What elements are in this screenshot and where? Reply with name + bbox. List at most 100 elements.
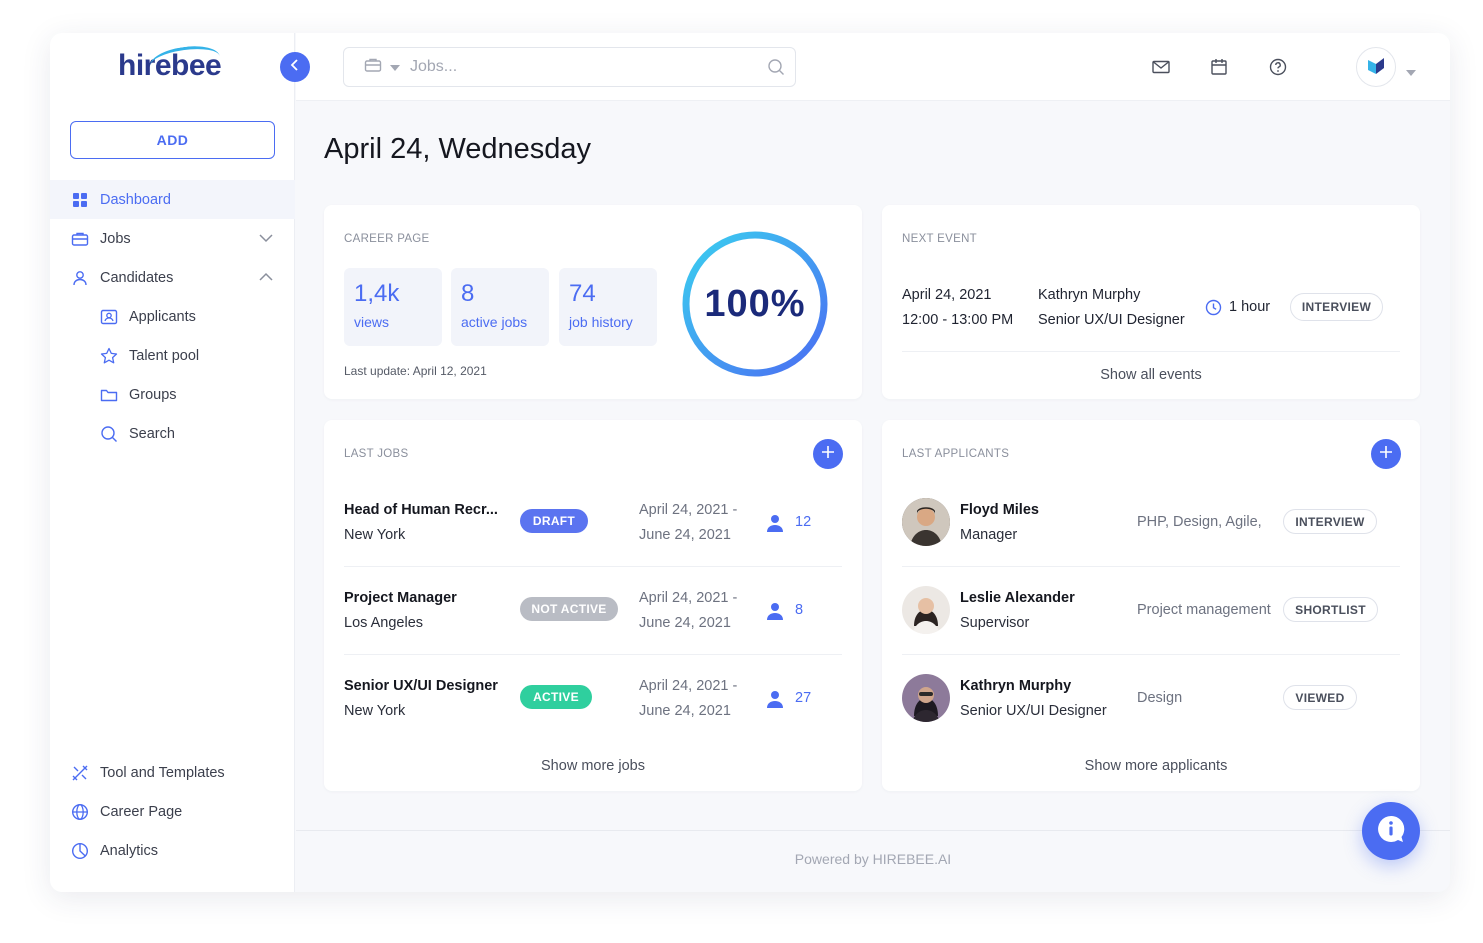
- applicant-count[interactable]: 8: [795, 602, 803, 618]
- help-icon[interactable]: [1268, 57, 1288, 82]
- add-job-button[interactable]: [813, 439, 843, 469]
- sidebar-item-career-page[interactable]: Career Page: [50, 792, 295, 831]
- applicant-skills: Design: [1137, 690, 1183, 706]
- avatar[interactable]: [902, 586, 950, 634]
- user-avatar[interactable]: [1356, 47, 1396, 87]
- sidebar-item-label: Applicants: [129, 308, 196, 325]
- clock-icon: [1205, 299, 1222, 321]
- job-location: New York: [344, 527, 406, 543]
- caret-down-icon[interactable]: [390, 58, 400, 76]
- stat-label: views: [354, 314, 390, 330]
- job-status-badge: ACTIVE: [520, 685, 592, 709]
- job-date-from: April 24, 2021 -: [639, 502, 738, 518]
- pie-chart-icon: [71, 842, 89, 860]
- chevron-up-icon[interactable]: [259, 270, 273, 288]
- id-card-icon: [100, 308, 118, 326]
- job-date-range: April 24, 2021 - June 24, 2021: [639, 586, 737, 636]
- stat-views[interactable]: 1,4k views: [344, 268, 442, 346]
- tools-icon: [71, 764, 89, 782]
- applicant-role: Manager: [960, 527, 1018, 543]
- calendar-icon[interactable]: [1209, 57, 1229, 82]
- sidebar-item-jobs[interactable]: Jobs: [50, 219, 295, 258]
- career-page-card: CAREER PAGE 1,4k views 8 active jobs 74 …: [324, 205, 862, 399]
- sidebar-nav: Dashboard Jobs Candidates Applicants Tal…: [50, 180, 295, 453]
- add-button[interactable]: ADD: [70, 121, 275, 159]
- applicant-skills: PHP, Design, Agile,: [1137, 514, 1262, 530]
- grid-icon: [71, 191, 89, 209]
- applicant-status-badge: SHORTLIST: [1283, 597, 1378, 622]
- collapse-sidebar-button[interactable]: [280, 52, 310, 82]
- stat-value: 8: [461, 280, 475, 307]
- divider: [902, 654, 1400, 655]
- person-icon: [766, 690, 784, 713]
- applicant-name[interactable]: Leslie Alexander: [960, 590, 1075, 606]
- search-field[interactable]: Jobs...: [343, 47, 796, 87]
- show-more-jobs-link[interactable]: Show more jobs: [344, 758, 842, 774]
- page-title: April 24, Wednesday: [324, 133, 592, 165]
- avatar[interactable]: [902, 498, 950, 546]
- applicant-count[interactable]: 27: [795, 690, 811, 706]
- search-icon[interactable]: [767, 58, 785, 81]
- sidebar: hirebee ADD Dashboard Jobs Candidates Ap…: [50, 33, 295, 892]
- applicant-name[interactable]: Floyd Miles: [960, 502, 1039, 518]
- applicant-skills: Project management: [1137, 602, 1271, 618]
- caret-down-icon[interactable]: [1406, 63, 1416, 81]
- info-chat-button[interactable]: [1362, 802, 1420, 860]
- stat-label: active jobs: [461, 314, 528, 330]
- divider: [902, 351, 1400, 352]
- sidebar-item-applicants[interactable]: Applicants: [50, 297, 295, 336]
- applicant-count[interactable]: 12: [795, 514, 811, 530]
- card-label: NEXT EVENT: [902, 233, 977, 245]
- sidebar-item-analytics[interactable]: Analytics: [50, 831, 295, 870]
- card-label: LAST JOBS: [344, 448, 409, 460]
- briefcase-icon: [364, 57, 382, 78]
- app-window: hirebee ADD Dashboard Jobs Candidates Ap…: [50, 33, 1450, 892]
- sidebar-item-label: Search: [129, 425, 175, 442]
- job-title[interactable]: Project Manager: [344, 590, 457, 606]
- stat-value: 74: [569, 280, 596, 307]
- job-status-badge: DRAFT: [520, 509, 588, 533]
- show-more-applicants-link[interactable]: Show more applicants: [902, 758, 1410, 774]
- plus-icon: [1380, 445, 1392, 463]
- sidebar-item-candidates[interactable]: Candidates: [50, 258, 295, 297]
- event-person[interactable]: Kathryn Murphy: [1038, 287, 1140, 303]
- applicant-role: Senior UX/UI Designer: [960, 703, 1107, 719]
- avatar[interactable]: [902, 674, 950, 722]
- event-duration: 1 hour: [1229, 299, 1271, 315]
- chevron-left-icon: [289, 58, 301, 76]
- add-applicant-button[interactable]: [1371, 439, 1401, 469]
- sidebar-item-search[interactable]: Search: [50, 414, 295, 453]
- chevron-down-icon[interactable]: [259, 231, 273, 249]
- job-date-from: April 24, 2021 -: [639, 678, 738, 694]
- sidebar-item-groups[interactable]: Groups: [50, 375, 295, 414]
- mail-icon[interactable]: [1151, 57, 1171, 82]
- stat-active-jobs[interactable]: 8 active jobs: [451, 268, 549, 346]
- card-label: CAREER PAGE: [344, 233, 430, 245]
- applicant-status-badge: VIEWED: [1283, 685, 1357, 710]
- sidebar-item-dashboard[interactable]: Dashboard: [50, 180, 295, 219]
- job-date-from: April 24, 2021 -: [639, 590, 738, 606]
- last-applicants-card: LAST APPLICANTS Floyd Miles Manager PHP,…: [882, 420, 1420, 791]
- job-location: New York: [344, 703, 406, 719]
- person-icon: [766, 602, 784, 625]
- star-icon: [100, 347, 118, 365]
- job-date-to: June 24, 2021: [639, 527, 731, 543]
- sidebar-item-tools[interactable]: Tool and Templates: [50, 753, 295, 792]
- person-icon: [766, 514, 784, 537]
- job-title[interactable]: Head of Human Recr...: [344, 502, 498, 518]
- folder-icon: [100, 386, 118, 404]
- event-date: April 24, 2021: [902, 287, 992, 303]
- footer-text: Powered by HIREBEE.AI: [794, 851, 952, 867]
- sidebar-item-label: Dashboard: [100, 191, 171, 208]
- job-date-range: April 24, 2021 - June 24, 2021: [639, 674, 737, 724]
- sidebar-item-talent-pool[interactable]: Talent pool: [50, 336, 295, 375]
- applicant-name[interactable]: Kathryn Murphy: [960, 678, 1071, 694]
- search-input[interactable]: Jobs...: [410, 58, 457, 76]
- stat-job-history[interactable]: 74 job history: [559, 268, 657, 346]
- show-all-events-link[interactable]: Show all events: [902, 367, 1400, 383]
- job-title[interactable]: Senior UX/UI Designer: [344, 678, 498, 694]
- sidebar-item-label: Talent pool: [129, 347, 200, 364]
- applicant-role: Supervisor: [960, 615, 1030, 631]
- divider: [344, 654, 842, 655]
- plus-icon: [822, 445, 834, 463]
